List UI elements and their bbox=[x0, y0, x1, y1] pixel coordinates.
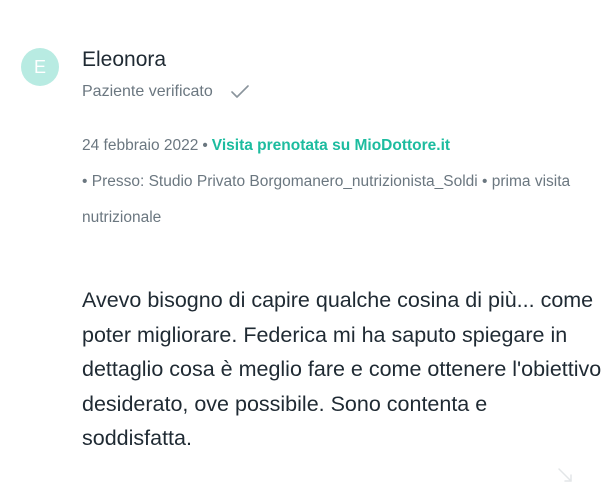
avatar-initial: E bbox=[33, 56, 46, 77]
review-date: 24 febbraio 2022 bbox=[82, 137, 199, 154]
separator: • bbox=[202, 137, 208, 154]
review-text: Avevo bisogno di capire qualche cosina d… bbox=[82, 288, 602, 450]
avatar: E bbox=[21, 48, 59, 86]
verified-badge: Paziente verificato bbox=[82, 80, 249, 104]
check-icon bbox=[230, 85, 249, 98]
location-prefix: • Presso: bbox=[82, 173, 145, 190]
booking-source-link[interactable]: Visita prenotata su MioDottore.it bbox=[212, 137, 450, 154]
chevron-icon bbox=[558, 468, 572, 482]
visit-details: 24 febbraio 2022 • Visita prenotata su Mio… bbox=[82, 128, 582, 236]
author-name: Eleonora bbox=[82, 48, 167, 71]
verified-label: Paziente verificato bbox=[82, 83, 213, 100]
location-name: Studio Privato Borgomanero_nutrizionista… bbox=[148, 173, 478, 190]
review-card: E Eleonora Paziente verificato 24 febbra… bbox=[0, 0, 610, 489]
